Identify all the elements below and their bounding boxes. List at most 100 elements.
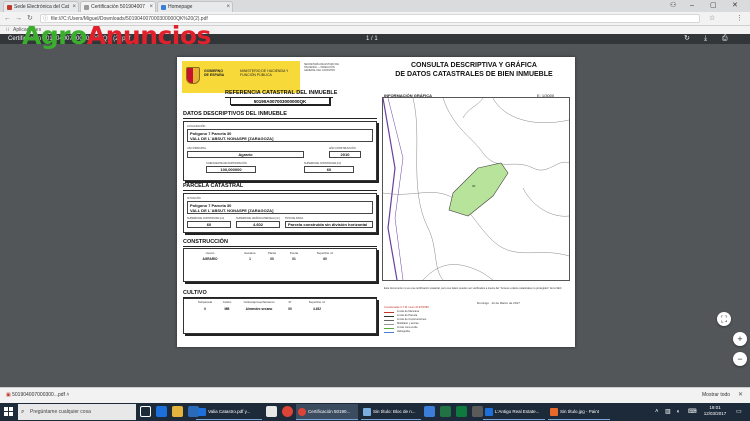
forward-icon[interactable]: → (15, 13, 22, 24)
app-icon[interactable] (472, 406, 483, 417)
close-download-bar-icon[interactable]: ✕ (738, 391, 743, 400)
coef-value: 100,000000 (206, 166, 256, 173)
tab-certificacion[interactable]: Certificación 501904007 × (80, 1, 156, 12)
watermark-logo: AgroAnuncios (22, 21, 211, 51)
cell-ip: 00 (288, 307, 292, 311)
parcela-heading: PARCELA CATASTRAL (183, 183, 244, 189)
legend-swatch (384, 312, 394, 313)
tab-sede-electronica[interactable]: Sede Electrónica del Cat × (3, 1, 79, 12)
col-cultivo: Cultivo (222, 300, 232, 304)
gov-label: GOBIERNO DE ESPAÑA (204, 69, 225, 77)
taskbar-clock[interactable]: 19:01 12/03/2017 (700, 405, 730, 417)
notepad-icon (363, 408, 371, 416)
taskbar-app-label: Sin título: Bloc de n... (373, 409, 416, 414)
coat-of-arms-icon (186, 67, 200, 84)
taskbar-app-pdf[interactable]: Valia Catastro.pdf y... (196, 404, 262, 420)
taskbar-app-browser[interactable]: L'Antigo Real Estate... (483, 404, 545, 420)
taskbar-app-label: Valia Catastro.pdf y... (208, 409, 251, 414)
taskbar-app-notepad[interactable]: Sin título: Bloc de n... (361, 404, 421, 420)
taskbar-search-input[interactable]: ⌕ Pregúntame cualquier cosa (18, 404, 136, 420)
datos-underline (183, 118, 377, 119)
cell-planta: 00 (270, 257, 274, 261)
volume-icon[interactable]: ◖ (676, 403, 680, 421)
legend-item: Límite de Parcela (397, 314, 418, 317)
tab-homepage[interactable]: Homepage × (157, 1, 233, 12)
site-favicon-icon (7, 5, 12, 10)
cert-note: Este documento no es una certificación c… (384, 287, 562, 290)
taskbar-app-label: L'Antigo Real Estate... (495, 409, 540, 414)
fit-page-icon[interactable]: ⛶ (717, 312, 731, 326)
chrome-icon[interactable] (282, 406, 293, 417)
edge-icon[interactable] (156, 406, 167, 417)
close-window-icon[interactable]: ✕ (732, 0, 738, 11)
search-icon: ⌕ (21, 409, 25, 415)
site-favicon-icon (161, 5, 166, 10)
tab-label: Sede Electrónica del Cat (14, 4, 70, 10)
legend-item: Límite de Manzana (397, 310, 420, 313)
secretaria-label: SECRETARÍA DE ESTADO DE HACIENDA — DIREC… (304, 63, 339, 72)
close-tab-icon[interactable]: × (149, 2, 153, 12)
show-all-downloads-button[interactable]: Mostrar todo (702, 391, 730, 400)
keyboard-icon[interactable]: ⌨ (688, 403, 697, 421)
pdf-page: GOBIERNO DE ESPAÑA MINISTERIO DE HACIEND… (177, 57, 575, 347)
apps-icon[interactable]: ⁝⁝ (6, 26, 9, 34)
title-line1: CONSULTA DESCRIPTIVA Y GRÁFICA (410, 62, 537, 69)
close-tab-icon[interactable]: × (226, 2, 230, 12)
col-planta: Planta (268, 251, 276, 255)
user-profile-icon[interactable]: ⚇ (670, 0, 676, 11)
sup-label: SUPERFICIE CONSTRUIDA [m²] (304, 162, 342, 165)
uso-value: Agrario (187, 151, 304, 158)
mail-icon[interactable] (266, 406, 277, 417)
chevron-up-icon[interactable]: ˄ (655, 403, 659, 421)
print-icon[interactable]: ⎙ (722, 34, 728, 44)
sup-value: 60 (304, 166, 354, 173)
watermark-part2: Anuncios (86, 21, 212, 50)
sit-line2: VALL DE L´ABSUT. NONASPE [ZARAGOZA] (190, 208, 274, 213)
coef-label: COEFICIENTE DE PARTICIPACIÓN (206, 162, 247, 165)
document-title: CONSULTA DESCRIPTIVA Y GRÁFICA DE DATOS … (379, 61, 569, 79)
network-icon[interactable]: ▥ (665, 403, 671, 421)
task-view-icon[interactable] (140, 406, 151, 417)
col-ip: IP (288, 300, 292, 304)
tab-label: Homepage (168, 4, 193, 10)
supg-value: 4.602 (236, 221, 280, 228)
download-item[interactable]: ▣ 501904007000300...pdf ˄ (6, 391, 69, 400)
rotate-icon[interactable]: ↻ (684, 34, 690, 44)
legend-item: Límite zona verde (397, 326, 418, 329)
download-icon[interactable]: ⤓ (704, 34, 707, 44)
cultivo-heading: CULTIVO (183, 290, 207, 296)
excel-icon[interactable] (440, 406, 451, 417)
construccion-underline (183, 246, 377, 247)
bookmark-star-icon[interactable]: ☆ (709, 13, 715, 24)
close-tab-icon[interactable]: × (72, 2, 76, 12)
construccion-table: Uso/os Escalera Planta Puerta Superficie… (183, 248, 377, 282)
maximize-icon[interactable]: ▢ (710, 0, 717, 11)
file-explorer-icon[interactable] (172, 406, 183, 417)
menu-icon[interactable]: ⋮ (736, 13, 743, 24)
windows-start-icon[interactable] (4, 407, 14, 417)
taskbar-app-chrome[interactable]: Certificación 50190... (296, 404, 358, 420)
pdf-file-icon: ▣ (6, 392, 11, 398)
zoom-in-icon[interactable]: + (733, 332, 747, 346)
government-logo: GOBIERNO DE ESPAÑA MINISTERIO DE HACIEND… (182, 61, 300, 93)
legend-swatch (384, 316, 394, 317)
sit-label: SITUACIÓN (187, 197, 201, 200)
map-parcel-label: 30 (472, 184, 476, 188)
word-icon[interactable] (424, 406, 435, 417)
ministry-label: MINISTERIO DE HACIENDA Y FUNCIÓN PÚBLICA (240, 69, 289, 77)
page-indicator: 1 / 1 (366, 36, 378, 42)
chevron-up-icon[interactable]: ˄ (66, 392, 69, 398)
legend-swatch (384, 324, 394, 325)
watermark-part1: Agro (22, 21, 87, 50)
cell-escalera: 1 (249, 257, 251, 261)
zoom-out-icon[interactable]: − (733, 352, 747, 366)
minimize-icon[interactable]: – (690, 0, 694, 11)
cell-superficie: 60 (323, 257, 327, 261)
title-line2: DE DATOS CATASTRALES DE BIEN INMUEBLE (395, 71, 553, 78)
back-icon[interactable]: ← (4, 13, 11, 24)
cell-cultivo: MB (224, 307, 230, 311)
media-icon[interactable] (456, 406, 467, 417)
taskbar-app-paint[interactable]: Sin título.jpg - Paint (548, 404, 610, 420)
notifications-icon[interactable]: ▭ (736, 403, 742, 421)
loc-label: LOCALIZACIÓN (187, 125, 206, 128)
